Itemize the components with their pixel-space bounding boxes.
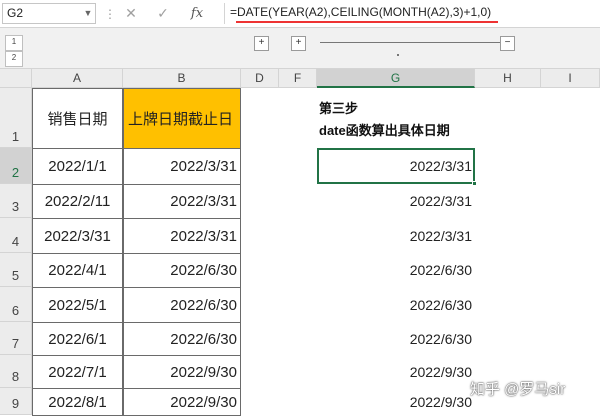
cell-b1[interactable]: 上牌日期截止日	[123, 88, 241, 149]
cell-a7[interactable]: 2022/6/1	[32, 322, 123, 356]
cell-b5[interactable]: 2022/6/30	[123, 253, 241, 288]
column-header-a[interactable]: A	[32, 69, 123, 88]
column-header-row: A B D F G H I	[0, 69, 600, 88]
row-header-6[interactable]: 6	[0, 287, 32, 322]
column-header-b[interactable]: B	[123, 69, 241, 88]
cancel-icon[interactable]: ✕	[120, 3, 142, 24]
cell-b4[interactable]: 2022/3/31	[123, 218, 241, 254]
expand-button-2[interactable]: +	[291, 36, 306, 51]
sale-date: 2022/7/1	[48, 363, 107, 381]
sale-date: 2022/3/31	[44, 227, 111, 245]
result-date: 2022/6/30	[409, 296, 472, 313]
header-deadline: 上牌日期截止日	[127, 111, 233, 128]
cell-g9[interactable]: 2022/9/30	[317, 388, 475, 415]
deadline-date: 2022/3/31	[170, 193, 237, 210]
row-header-5[interactable]: 5	[0, 253, 32, 287]
cell-b9[interactable]: 2022/9/30	[123, 388, 241, 416]
cell-g5[interactable]: 2022/6/30	[317, 253, 475, 287]
watermark: 知乎 @罗马sir	[470, 381, 566, 398]
cell-g8[interactable]: 2022/9/30	[317, 355, 475, 388]
cell-a8[interactable]: 2022/7/1	[32, 355, 123, 389]
result-date: 2022/9/30	[409, 363, 472, 380]
result-date: 2022/9/30	[409, 393, 472, 410]
outline-group-line	[320, 42, 500, 43]
sale-date: 2022/1/1	[48, 158, 107, 175]
collapse-button[interactable]: −	[500, 36, 515, 51]
column-header-h[interactable]: H	[475, 69, 541, 88]
column-header-d[interactable]: D	[241, 69, 279, 88]
row-header-4[interactable]: 4	[0, 218, 32, 253]
dots-icon: ⋮	[104, 7, 116, 21]
fill-handle[interactable]	[472, 181, 477, 186]
deadline-date: 2022/3/31	[170, 227, 237, 245]
formula-bar: G2 ▼ ⋮ ✕ ✓ fx =DATE(YEAR(A2),CEILING(MON…	[0, 0, 600, 28]
formula-underline	[236, 21, 498, 23]
deadline-date: 2022/9/30	[170, 393, 237, 411]
column-header-f[interactable]: F	[279, 69, 317, 88]
column-header-g[interactable]: G	[317, 69, 475, 88]
cell-a9[interactable]: 2022/8/1	[32, 388, 123, 416]
outline-dot	[397, 54, 399, 56]
column-header-i[interactable]: I	[541, 69, 600, 88]
cell-b7[interactable]: 2022/6/30	[123, 322, 241, 356]
deadline-date: 2022/6/30	[170, 262, 237, 279]
cell-a3[interactable]: 2022/2/11	[32, 184, 123, 219]
confirm-icon[interactable]: ✓	[152, 3, 174, 24]
deadline-date: 2022/6/30	[170, 296, 237, 314]
note-step-description: date函数算出具体日期	[319, 123, 450, 138]
cell-a2[interactable]: 2022/1/1	[32, 148, 123, 185]
header-sale-date: 销售日期	[47, 111, 108, 128]
deadline-date: 2022/3/31	[170, 158, 237, 175]
formula-buttons: ✕ ✓ fx	[120, 3, 220, 24]
sale-date: 2022/8/1	[48, 393, 107, 411]
outline-level-1-button[interactable]: 1	[5, 35, 23, 51]
cell-a5[interactable]: 2022/4/1	[32, 253, 123, 288]
sale-date: 2022/2/11	[44, 193, 111, 210]
sale-date: 2022/6/1	[48, 330, 107, 348]
result-date: 2022/3/31	[409, 193, 472, 209]
cell-g7[interactable]: 2022/6/30	[317, 322, 475, 355]
expand-button-1[interactable]: +	[254, 36, 269, 51]
chevron-down-icon[interactable]: ▼	[82, 3, 94, 24]
sale-date: 2022/4/1	[48, 262, 107, 279]
cell-g3[interactable]: 2022/3/31	[317, 184, 475, 218]
cell-b3[interactable]: 2022/3/31	[123, 184, 241, 219]
outline-level-2-button[interactable]: 2	[5, 51, 23, 67]
cell-a1[interactable]: 销售日期	[32, 88, 123, 149]
deadline-date: 2022/6/30	[170, 330, 237, 348]
fx-button[interactable]: fx	[186, 3, 208, 24]
cell-b6[interactable]: 2022/6/30	[123, 287, 241, 323]
row-header-8[interactable]: 8	[0, 355, 32, 388]
result-date: 2022/3/31	[409, 227, 472, 244]
row-header-1[interactable]: 1	[0, 88, 32, 148]
note-step-title: 第三步	[319, 101, 359, 116]
deadline-date: 2022/9/30	[170, 363, 237, 381]
sale-date: 2022/5/1	[48, 296, 107, 314]
row-header-7[interactable]: 7	[0, 322, 32, 355]
cell-b2[interactable]: 2022/3/31	[123, 148, 241, 185]
result-date: 2022/6/30	[409, 262, 472, 278]
row-header-3[interactable]: 3	[0, 184, 32, 218]
active-cell-border	[317, 148, 475, 184]
select-all-corner[interactable]	[0, 69, 32, 88]
row-header-2[interactable]: 2	[0, 148, 32, 184]
cell-a4[interactable]: 2022/3/31	[32, 218, 123, 254]
cell-b8[interactable]: 2022/9/30	[123, 355, 241, 389]
cell-a6[interactable]: 2022/5/1	[32, 287, 123, 323]
result-date: 2022/6/30	[409, 330, 472, 347]
row-header-9[interactable]: 9	[0, 388, 32, 415]
cell-g6[interactable]: 2022/6/30	[317, 287, 475, 322]
cell-g4[interactable]: 2022/3/31	[317, 218, 475, 253]
